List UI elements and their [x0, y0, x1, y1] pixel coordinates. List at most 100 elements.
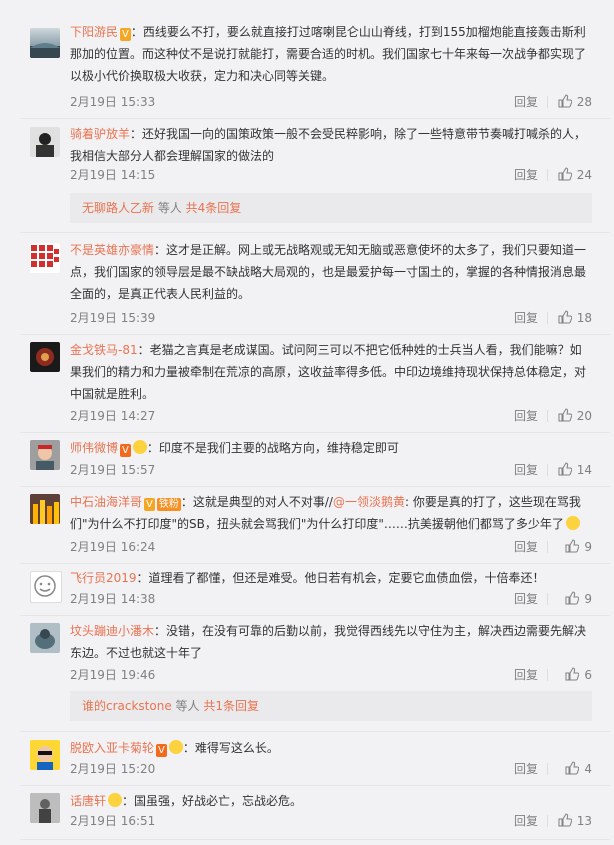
more-replies-bar[interactable]: 谁的crackstone 等人 共1条回复 [70, 691, 592, 721]
timestamp: 2月19日 15:57 [70, 463, 156, 477]
comment-text: 飞行员2019：道理看了都懂，但还是难受。他日若有机会，定要它血债血偿，十倍奉还… [70, 567, 592, 589]
like-button[interactable]: 4 [565, 760, 592, 778]
more-replies-mid: 等人 [154, 201, 186, 215]
reply-button[interactable]: 回复 [514, 812, 538, 830]
avatar[interactable] [30, 127, 60, 157]
timestamp: 2月19日 19:46 [70, 668, 156, 682]
divider [547, 669, 548, 681]
comment-meta: 2月19日 15:33 回复 28 [70, 93, 592, 111]
avatar[interactable] [30, 571, 62, 603]
timestamp: 2月19日 14:15 [70, 168, 156, 182]
username[interactable]: 师伟微博 [70, 441, 118, 455]
like-button[interactable]: 9 [565, 590, 592, 608]
verified-badge-icon: V [156, 744, 167, 757]
divider [20, 486, 610, 487]
more-replies-count[interactable]: 共4条回复 [186, 201, 242, 215]
member-icon [132, 440, 147, 454]
member-icon [168, 740, 183, 754]
comment-text: 话唐轩 ：国虽强，好战必亡，忘战必危。 [70, 790, 592, 812]
comment-body: ：印度不是我们主要的战略方向，维持稳定即可 [146, 441, 399, 455]
divider [547, 815, 548, 827]
comment-meta: 2月19日 14:27 回复 20 [70, 407, 592, 425]
comment-meta: 2月19日 14:15 回复 24 [70, 166, 592, 184]
like-button[interactable]: 6 [565, 666, 592, 684]
timestamp: 2月19日 14:27 [70, 409, 156, 423]
divider [20, 615, 610, 616]
like-button[interactable]: 9 [565, 538, 592, 556]
verified-badge-icon: V [144, 498, 155, 511]
avatar[interactable] [30, 440, 60, 470]
avatar[interactable] [30, 793, 60, 823]
reply-button[interactable]: 回复 [514, 590, 538, 608]
reply-button[interactable]: 回复 [514, 666, 538, 684]
like-count: 14 [576, 463, 592, 477]
comment-text: 师伟微博 V ：印度不是我们主要的战略方向，维持稳定即可 [70, 437, 592, 459]
thumb-up-icon [558, 462, 572, 476]
username[interactable]: 中石油海洋哥 [70, 495, 142, 509]
timestamp: 2月19日 15:39 [70, 311, 156, 325]
username[interactable]: 骑着驴放羊 [70, 127, 130, 141]
username[interactable]: 话唐轩 [70, 794, 106, 808]
thumb-up-icon [558, 167, 572, 181]
reply-button[interactable]: 回复 [514, 461, 538, 479]
comment-body: ：老猫之言真是老成谋国。试问阿三可以不把它低种姓的士兵当人看，我们能嘛？如果我们… [70, 343, 587, 401]
reply-button[interactable]: 回复 [514, 760, 538, 778]
reply-button[interactable]: 回复 [514, 407, 538, 425]
timestamp: 2月19日 16:51 [70, 814, 156, 828]
comment-body: ：西线要么不打，要么就直接打过喀喇昆仑山山脊线，打到155加榴炮能直接轰击斯利那… [70, 25, 587, 83]
more-replies-count[interactable]: 共1条回复 [203, 699, 259, 713]
more-replies-bar[interactable]: 无聊路人乙新 等人 共4条回复 [70, 193, 592, 223]
like-button[interactable]: 14 [558, 461, 592, 479]
comment-meta: 2月19日 16:51 回复 13 [70, 812, 592, 830]
thumb-up-icon [565, 539, 580, 553]
like-button[interactable]: 24 [558, 166, 592, 184]
smile-emoji-icon [565, 516, 580, 530]
reply-button[interactable]: 回复 [514, 309, 538, 327]
avatar[interactable] [30, 494, 60, 524]
comment-text: 骑着驴放羊：还好我国一向的国策政策一般不会受民粹影响，除了一些特意带节奏喊打喊杀… [70, 123, 592, 167]
comment-list: 下阳游民 V ：西线要么不打，要么就直接打过喀喇昆仑山山脊线，打到155加榴炮能直接… [20, 3, 610, 845]
like-button[interactable]: 28 [558, 93, 592, 111]
divider [547, 541, 548, 553]
divider [20, 334, 610, 335]
verified-badge-icon: V [120, 28, 131, 41]
reply-user-link[interactable]: 无聊路人乙新 [82, 201, 154, 215]
like-count: 4 [584, 762, 592, 776]
username[interactable]: 不是英雄亦豪情 [70, 243, 154, 257]
username[interactable]: 飞行员2019 [70, 571, 137, 585]
thumb-up-icon [565, 761, 580, 775]
divider [547, 464, 548, 476]
reply-button[interactable]: 回复 [514, 93, 538, 111]
like-count: 13 [576, 814, 592, 828]
divider [20, 118, 610, 119]
comment-meta: 2月19日 15:39 回复 18 [70, 309, 592, 327]
like-button[interactable]: 18 [558, 309, 592, 327]
reply-button[interactable]: 回复 [514, 538, 538, 556]
comment-text: 坟头蹦迪小潘木：没错，在没有可靠的后勤以前，我觉得西线先以守住为主，解决西边需要… [70, 620, 592, 664]
like-button[interactable]: 13 [558, 812, 592, 830]
avatar[interactable] [30, 342, 60, 372]
like-count: 6 [584, 668, 592, 682]
username[interactable]: 坟头蹦迪小潘木 [70, 624, 154, 638]
avatar[interactable] [30, 740, 60, 770]
reply-user-link[interactable]: 谁的crackstone [82, 699, 172, 713]
like-button[interactable]: 20 [558, 407, 592, 425]
reply-button[interactable]: 回复 [514, 166, 538, 184]
avatar[interactable] [30, 623, 60, 653]
avatar[interactable] [30, 243, 60, 273]
divider [20, 785, 610, 786]
comment-text: 中石油海洋哥 V 铁粉 ：这就是典型的对人不对事//@一领淡鹅黄: 你要是真的打了，这… [70, 491, 592, 535]
divider [20, 232, 610, 233]
avatar[interactable] [30, 28, 60, 58]
username[interactable]: 下阳游民 [70, 25, 118, 39]
fan-badge-icon: 铁粉 [156, 498, 181, 511]
divider [547, 169, 548, 181]
divider [547, 593, 548, 605]
member-icon [108, 793, 123, 807]
username[interactable]: 脱欧入亚卡菊轮 [70, 741, 154, 755]
divider [547, 312, 548, 324]
thumb-up-icon [558, 94, 572, 108]
mention-link[interactable]: @一领淡鹅黄 [333, 495, 405, 509]
username[interactable]: 金戈铁马-81 [70, 343, 138, 357]
thumb-up-icon [558, 310, 572, 324]
